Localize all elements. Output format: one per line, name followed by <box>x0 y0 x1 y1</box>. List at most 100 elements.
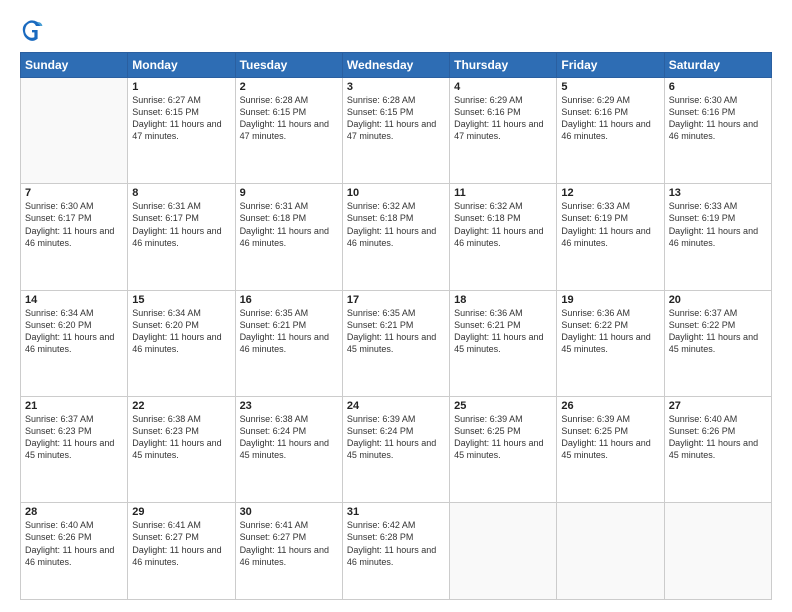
day-info: Sunrise: 6:35 AMSunset: 6:21 PMDaylight:… <box>240 307 338 356</box>
day-number: 29 <box>132 506 230 518</box>
day-info: Sunrise: 6:32 AMSunset: 6:18 PMDaylight:… <box>454 200 552 249</box>
calendar-cell: 23Sunrise: 6:38 AMSunset: 6:24 PMDayligh… <box>235 396 342 502</box>
day-info: Sunrise: 6:30 AMSunset: 6:17 PMDaylight:… <box>25 200 123 249</box>
day-info: Sunrise: 6:28 AMSunset: 6:15 PMDaylight:… <box>347 94 445 143</box>
day-number: 27 <box>669 400 767 412</box>
day-info: Sunrise: 6:29 AMSunset: 6:16 PMDaylight:… <box>454 94 552 143</box>
calendar-cell: 22Sunrise: 6:38 AMSunset: 6:23 PMDayligh… <box>128 396 235 502</box>
calendar-cell: 21Sunrise: 6:37 AMSunset: 6:23 PMDayligh… <box>21 396 128 502</box>
calendar-week-row: 14Sunrise: 6:34 AMSunset: 6:20 PMDayligh… <box>21 290 772 396</box>
calendar-day-header: Saturday <box>664 53 771 78</box>
calendar-week-row: 28Sunrise: 6:40 AMSunset: 6:26 PMDayligh… <box>21 503 772 600</box>
day-info: Sunrise: 6:34 AMSunset: 6:20 PMDaylight:… <box>25 307 123 356</box>
day-info: Sunrise: 6:41 AMSunset: 6:27 PMDaylight:… <box>132 519 230 568</box>
calendar-cell: 1Sunrise: 6:27 AMSunset: 6:15 PMDaylight… <box>128 78 235 184</box>
day-number: 4 <box>454 81 552 93</box>
day-number: 31 <box>347 506 445 518</box>
day-number: 12 <box>561 187 659 199</box>
day-number: 18 <box>454 294 552 306</box>
day-number: 11 <box>454 187 552 199</box>
calendar-table: SundayMondayTuesdayWednesdayThursdayFrid… <box>20 52 772 600</box>
logo <box>20 18 48 42</box>
calendar-cell <box>557 503 664 600</box>
day-info: Sunrise: 6:30 AMSunset: 6:16 PMDaylight:… <box>669 94 767 143</box>
calendar-cell: 27Sunrise: 6:40 AMSunset: 6:26 PMDayligh… <box>664 396 771 502</box>
calendar-week-row: 21Sunrise: 6:37 AMSunset: 6:23 PMDayligh… <box>21 396 772 502</box>
day-info: Sunrise: 6:35 AMSunset: 6:21 PMDaylight:… <box>347 307 445 356</box>
day-number: 10 <box>347 187 445 199</box>
day-number: 28 <box>25 506 123 518</box>
day-info: Sunrise: 6:37 AMSunset: 6:22 PMDaylight:… <box>669 307 767 356</box>
day-number: 16 <box>240 294 338 306</box>
page: SundayMondayTuesdayWednesdayThursdayFrid… <box>0 0 792 612</box>
calendar-day-header: Tuesday <box>235 53 342 78</box>
day-info: Sunrise: 6:33 AMSunset: 6:19 PMDaylight:… <box>561 200 659 249</box>
day-info: Sunrise: 6:38 AMSunset: 6:24 PMDaylight:… <box>240 413 338 462</box>
calendar-day-header: Sunday <box>21 53 128 78</box>
day-number: 26 <box>561 400 659 412</box>
day-number: 6 <box>669 81 767 93</box>
calendar-day-header: Thursday <box>450 53 557 78</box>
day-number: 30 <box>240 506 338 518</box>
day-info: Sunrise: 6:39 AMSunset: 6:24 PMDaylight:… <box>347 413 445 462</box>
calendar-cell: 19Sunrise: 6:36 AMSunset: 6:22 PMDayligh… <box>557 290 664 396</box>
calendar-cell: 29Sunrise: 6:41 AMSunset: 6:27 PMDayligh… <box>128 503 235 600</box>
calendar-week-row: 7Sunrise: 6:30 AMSunset: 6:17 PMDaylight… <box>21 184 772 290</box>
day-info: Sunrise: 6:29 AMSunset: 6:16 PMDaylight:… <box>561 94 659 143</box>
calendar-cell: 28Sunrise: 6:40 AMSunset: 6:26 PMDayligh… <box>21 503 128 600</box>
day-number: 7 <box>25 187 123 199</box>
day-info: Sunrise: 6:34 AMSunset: 6:20 PMDaylight:… <box>132 307 230 356</box>
day-info: Sunrise: 6:41 AMSunset: 6:27 PMDaylight:… <box>240 519 338 568</box>
day-number: 24 <box>347 400 445 412</box>
day-info: Sunrise: 6:31 AMSunset: 6:18 PMDaylight:… <box>240 200 338 249</box>
calendar-cell: 25Sunrise: 6:39 AMSunset: 6:25 PMDayligh… <box>450 396 557 502</box>
calendar-cell <box>21 78 128 184</box>
calendar-cell: 9Sunrise: 6:31 AMSunset: 6:18 PMDaylight… <box>235 184 342 290</box>
day-info: Sunrise: 6:42 AMSunset: 6:28 PMDaylight:… <box>347 519 445 568</box>
day-number: 22 <box>132 400 230 412</box>
calendar-cell: 30Sunrise: 6:41 AMSunset: 6:27 PMDayligh… <box>235 503 342 600</box>
day-number: 19 <box>561 294 659 306</box>
calendar-cell: 10Sunrise: 6:32 AMSunset: 6:18 PMDayligh… <box>342 184 449 290</box>
day-info: Sunrise: 6:33 AMSunset: 6:19 PMDaylight:… <box>669 200 767 249</box>
calendar-day-header: Friday <box>557 53 664 78</box>
day-number: 25 <box>454 400 552 412</box>
day-info: Sunrise: 6:38 AMSunset: 6:23 PMDaylight:… <box>132 413 230 462</box>
day-number: 17 <box>347 294 445 306</box>
calendar-cell: 11Sunrise: 6:32 AMSunset: 6:18 PMDayligh… <box>450 184 557 290</box>
day-info: Sunrise: 6:31 AMSunset: 6:17 PMDaylight:… <box>132 200 230 249</box>
day-info: Sunrise: 6:39 AMSunset: 6:25 PMDaylight:… <box>454 413 552 462</box>
day-info: Sunrise: 6:27 AMSunset: 6:15 PMDaylight:… <box>132 94 230 143</box>
calendar-cell: 8Sunrise: 6:31 AMSunset: 6:17 PMDaylight… <box>128 184 235 290</box>
calendar-day-header: Monday <box>128 53 235 78</box>
day-number: 5 <box>561 81 659 93</box>
day-number: 23 <box>240 400 338 412</box>
day-info: Sunrise: 6:32 AMSunset: 6:18 PMDaylight:… <box>347 200 445 249</box>
calendar-cell: 12Sunrise: 6:33 AMSunset: 6:19 PMDayligh… <box>557 184 664 290</box>
day-number: 15 <box>132 294 230 306</box>
calendar-cell: 20Sunrise: 6:37 AMSunset: 6:22 PMDayligh… <box>664 290 771 396</box>
header <box>20 18 772 42</box>
day-number: 14 <box>25 294 123 306</box>
day-number: 13 <box>669 187 767 199</box>
calendar-cell: 14Sunrise: 6:34 AMSunset: 6:20 PMDayligh… <box>21 290 128 396</box>
calendar-day-header: Wednesday <box>342 53 449 78</box>
day-number: 21 <box>25 400 123 412</box>
day-number: 2 <box>240 81 338 93</box>
day-number: 3 <box>347 81 445 93</box>
calendar-header-row: SundayMondayTuesdayWednesdayThursdayFrid… <box>21 53 772 78</box>
day-info: Sunrise: 6:40 AMSunset: 6:26 PMDaylight:… <box>669 413 767 462</box>
calendar-cell: 2Sunrise: 6:28 AMSunset: 6:15 PMDaylight… <box>235 78 342 184</box>
calendar-cell: 7Sunrise: 6:30 AMSunset: 6:17 PMDaylight… <box>21 184 128 290</box>
logo-icon <box>20 18 44 42</box>
calendar-cell: 17Sunrise: 6:35 AMSunset: 6:21 PMDayligh… <box>342 290 449 396</box>
day-info: Sunrise: 6:37 AMSunset: 6:23 PMDaylight:… <box>25 413 123 462</box>
calendar-cell: 4Sunrise: 6:29 AMSunset: 6:16 PMDaylight… <box>450 78 557 184</box>
calendar-cell: 15Sunrise: 6:34 AMSunset: 6:20 PMDayligh… <box>128 290 235 396</box>
calendar-week-row: 1Sunrise: 6:27 AMSunset: 6:15 PMDaylight… <box>21 78 772 184</box>
calendar-cell: 18Sunrise: 6:36 AMSunset: 6:21 PMDayligh… <box>450 290 557 396</box>
day-number: 9 <box>240 187 338 199</box>
day-info: Sunrise: 6:36 AMSunset: 6:22 PMDaylight:… <box>561 307 659 356</box>
day-info: Sunrise: 6:28 AMSunset: 6:15 PMDaylight:… <box>240 94 338 143</box>
calendar-cell <box>450 503 557 600</box>
